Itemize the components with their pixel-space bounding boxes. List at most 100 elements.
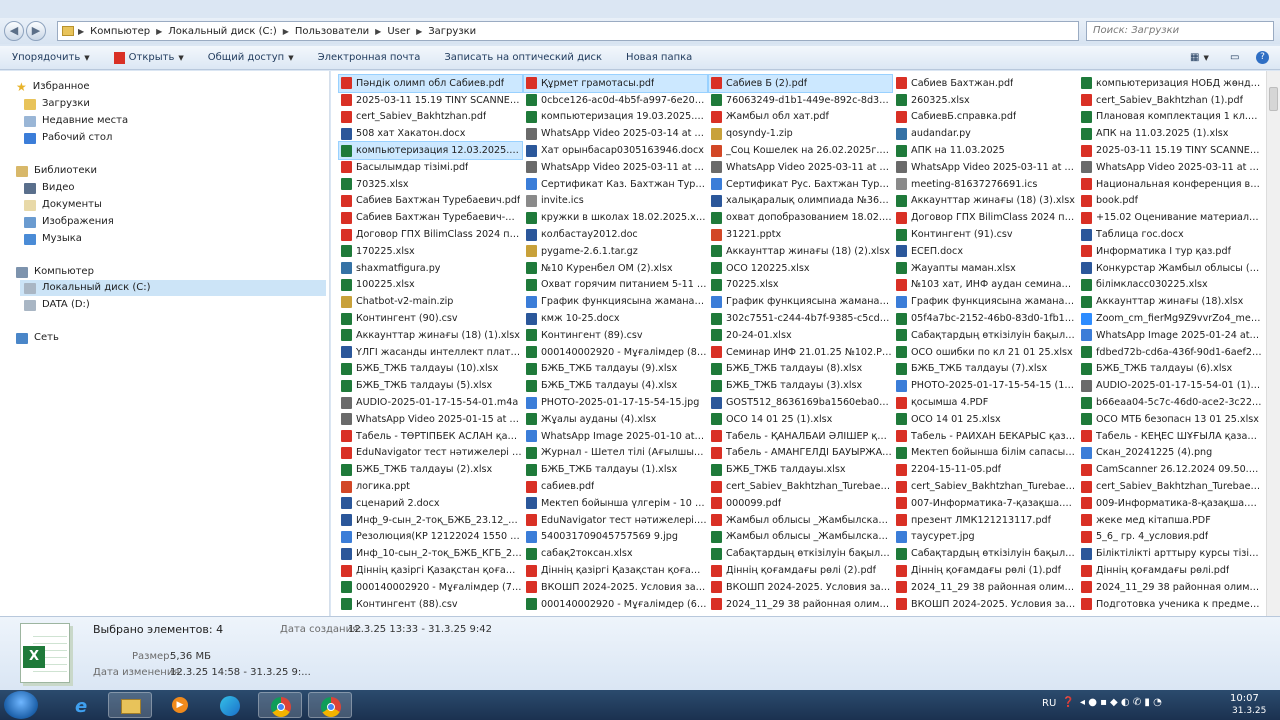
- file-item[interactable]: Плановая комплектация 1 кл.xlsx: [1079, 109, 1262, 126]
- file-item[interactable]: 2024_11_29 38 районная олимпиад...: [894, 579, 1077, 596]
- file-item[interactable]: Национальная конференция в Ал...: [1079, 176, 1262, 193]
- file-item[interactable]: WhatsApp Image 2025-01-10 at 16.1...: [524, 428, 707, 445]
- file-item[interactable]: Договор ГПХ BilimClass 2024 по ра...: [894, 209, 1077, 226]
- nav-documents[interactable]: Документы: [24, 197, 102, 213]
- file-item[interactable]: 70325.xlsx: [339, 176, 522, 193]
- email-button[interactable]: Электронная почта: [306, 52, 433, 63]
- nav-libraries[interactable]: Библиотеки: [16, 163, 97, 179]
- file-item[interactable]: Діннің қазіргі Қазақстан қоғамын...: [339, 562, 522, 579]
- help-icon[interactable]: ?: [1244, 51, 1280, 64]
- file-item[interactable]: b66eaa04-5c7c-46d0-ace2-3c220660...: [1079, 394, 1262, 411]
- file-item[interactable]: meeting-81637276691.ics: [894, 176, 1077, 193]
- file-item[interactable]: 76063249-d1b1-449e-892c-8d350aca...: [709, 92, 892, 109]
- file-item[interactable]: Охват горячим питанием 5-11 кл н...: [524, 277, 707, 294]
- clock-time[interactable]: 10:07: [1230, 693, 1259, 704]
- file-item[interactable]: cert_Sabiev_Bakhtzhan_Turebaevich ...: [709, 478, 892, 495]
- file-item[interactable]: Аккаунттар жинағы (18) (3).xlsx: [894, 193, 1077, 210]
- file-item[interactable]: 260325.xlsx: [894, 92, 1077, 109]
- file-item[interactable]: Құрмет грамотасы.pdf: [523, 74, 708, 93]
- file-item[interactable]: qosyndy-1.zip: [709, 125, 892, 142]
- file-item[interactable]: Хат орынбасар0305163946.docx: [524, 142, 707, 159]
- file-item[interactable]: Конкурстар Жамбыл облысы (1).d...: [1079, 260, 1262, 277]
- file-item[interactable]: 170225.xlsx: [339, 243, 522, 260]
- new-folder-button[interactable]: Новая папка: [614, 52, 704, 63]
- file-item[interactable]: audandar.py: [894, 125, 1077, 142]
- edge-taskbar-icon[interactable]: [208, 692, 252, 718]
- file-item[interactable]: 0cbce126-ac0d-4b5f-a997-6e207638...: [524, 92, 707, 109]
- file-item[interactable]: Мектеп бойынша үлгерім - 10 - сы...: [524, 495, 707, 512]
- file-item[interactable]: охват допобразованием 18.02.2025....: [709, 209, 892, 226]
- file-item[interactable]: БЖБ_ТЖБ талдауы (10).xlsx: [339, 361, 522, 378]
- file-item[interactable]: Басылымдар тізімі.pdf: [339, 159, 522, 176]
- file-item[interactable]: халықаралық олимпиада №361 хат...: [709, 193, 892, 210]
- file-item[interactable]: shaxmatfigura.py: [339, 260, 522, 277]
- clock-date[interactable]: 31.3.25: [1232, 706, 1266, 716]
- file-item[interactable]: 31221.pptx: [709, 226, 892, 243]
- nav-downloads[interactable]: Загрузки: [24, 96, 90, 112]
- file-item[interactable]: ЕСЕП.docx: [894, 243, 1077, 260]
- file-item[interactable]: БЖБ_ТЖБ талдауы (2).xlsx: [339, 461, 522, 478]
- file-item[interactable]: WhatsApp Image 2025-01-24 at 11.4...: [1079, 327, 1262, 344]
- file-item[interactable]: 5_6_ гр. 4_условия.pdf: [1079, 529, 1262, 546]
- file-item[interactable]: АПК на 11.03.2025: [894, 142, 1077, 159]
- file-item[interactable]: 007-Информатика-7-қазақша.pdf: [894, 495, 1077, 512]
- breadcrumb[interactable]: ▶ Компьютер ▶ Локальный диск (C:) ▶ Поль…: [57, 21, 1079, 41]
- file-item[interactable]: WhatsApp Video 2025-03-11 at 10.13....: [1079, 159, 1262, 176]
- file-item[interactable]: сабақ2токсан.xlsx: [524, 545, 707, 562]
- internet-explorer-taskbar-icon[interactable]: e: [62, 692, 106, 718]
- nav-desktop[interactable]: Рабочий стол: [24, 130, 112, 146]
- file-item[interactable]: Контингент (89).csv: [524, 327, 707, 344]
- burn-button[interactable]: Записать на оптический диск: [432, 52, 614, 63]
- file-item[interactable]: СабиевБ.справка.pdf: [894, 109, 1077, 126]
- nav-drive-d[interactable]: DATA (D:): [24, 297, 90, 313]
- file-item[interactable]: Контингент (90).csv: [339, 310, 522, 327]
- file-item[interactable]: WhatsApp Video 2025-03-11 at 10.13....: [894, 159, 1077, 176]
- file-item[interactable]: Жамбыл обл хат.pdf: [709, 109, 892, 126]
- file-item[interactable]: 2024_11_29 38 районная олимпиад...: [709, 596, 892, 613]
- file-item[interactable]: БЖБ_ТЖБ талдауы (7).xlsx: [894, 361, 1077, 378]
- file-item[interactable]: кмж 10-25.docx: [524, 310, 707, 327]
- file-item[interactable]: Жұалы ауданы (4).xlsx: [524, 411, 707, 428]
- file-item[interactable]: БЖБ_ТЖБ талдауы (9).xlsx: [524, 361, 707, 378]
- file-item[interactable]: логика.ppt: [339, 478, 522, 495]
- file-item[interactable]: EduNavigator тест нәтижелері.pdf: [524, 512, 707, 529]
- file-item[interactable]: Біліктілікті арттыру курсы тізімі 2...: [1079, 545, 1262, 562]
- nav-images[interactable]: Изображения: [24, 214, 114, 230]
- file-item[interactable]: Сабиев Бахтжан Туребаевич.pdf: [339, 193, 522, 210]
- file-item[interactable]: Сабиев Бахтжан.pdf: [894, 75, 1077, 92]
- file-item[interactable]: Chatbot-v2-main.zip: [339, 293, 522, 310]
- file-item[interactable]: 2204-15-11-05.pdf: [894, 461, 1077, 478]
- file-item[interactable]: 302c7551-c244-4b7f-9385-c5cde611...: [709, 310, 892, 327]
- file-item[interactable]: cert_Sabiev_Bakhtzhan.pdf: [339, 109, 522, 126]
- vertical-scrollbar[interactable]: [1266, 71, 1280, 616]
- nav-music[interactable]: Музыка: [24, 231, 82, 247]
- nav-computer[interactable]: Компьютер: [16, 264, 94, 280]
- file-item[interactable]: WhatsApp Video 2025-03-11 at 10.13....: [709, 159, 892, 176]
- file-item[interactable]: АПК на 11.03.2025 (1).xlsx: [1079, 125, 1262, 142]
- file-item[interactable]: Табель - ТӨРТІПБЕК АСЛАН қазақ...: [339, 428, 522, 445]
- media-player-taskbar-icon[interactable]: ▶: [158, 692, 202, 718]
- file-item[interactable]: Пәндік олимп обл Сабиев.pdf: [338, 74, 523, 93]
- nav-drive-c[interactable]: Локальный диск (C:): [20, 280, 326, 296]
- file-item[interactable]: Мектеп бойынша білім сапасы.xlsx: [894, 445, 1077, 462]
- start-button[interactable]: [4, 691, 38, 719]
- file-item[interactable]: 000140002920 - Мұғалімдер (6).xlsx: [524, 596, 707, 613]
- file-item[interactable]: білімкласс030225.xlsx: [1079, 277, 1262, 294]
- file-item[interactable]: График функциясына жамана жур...: [709, 293, 892, 310]
- file-item[interactable]: WhatsApp Video 2025-01-15 at 14.07....: [339, 411, 522, 428]
- file-item[interactable]: 2024_11_29 38 районная олимпиад...: [1079, 579, 1262, 596]
- file-item[interactable]: 540031709045757569 9.jpg: [524, 529, 707, 546]
- file-item[interactable]: БЖБ_ТЖБ талдауы.xlsx: [709, 461, 892, 478]
- file-item[interactable]: Резолюция(КР 12122024 1550 Тиісті...: [339, 529, 522, 546]
- file-item[interactable]: Семинар ИНФ 21.01.25 №102.PDF: [709, 344, 892, 361]
- file-item[interactable]: Табель - РАЙХАН БЕКАРЫС қазақ...: [894, 428, 1077, 445]
- breadcrumb-users[interactable]: Пользователи: [289, 26, 375, 37]
- file-item[interactable]: 2025-03-11 15.19 TINY SCANNER (1)....: [339, 92, 522, 109]
- file-item[interactable]: БЖБ_ТЖБ талдауы (5).xlsx: [339, 377, 522, 394]
- file-item[interactable]: 20-24-01.xlsx: [709, 327, 892, 344]
- file-item[interactable]: ОСО 14 01 25.xlsx: [894, 411, 1077, 428]
- file-item[interactable]: Сертификат Рус. Бахтжан Туребаев...: [709, 176, 892, 193]
- file-item[interactable]: PHOTO-2025-01-17-15-54-15.jpg: [524, 394, 707, 411]
- file-item[interactable]: Табель - ҚАНАЛБАЙ ӘЛІШЕР қазақ...: [709, 428, 892, 445]
- file-item[interactable]: 009-Информатика-8-қазақша.pdf: [1079, 495, 1262, 512]
